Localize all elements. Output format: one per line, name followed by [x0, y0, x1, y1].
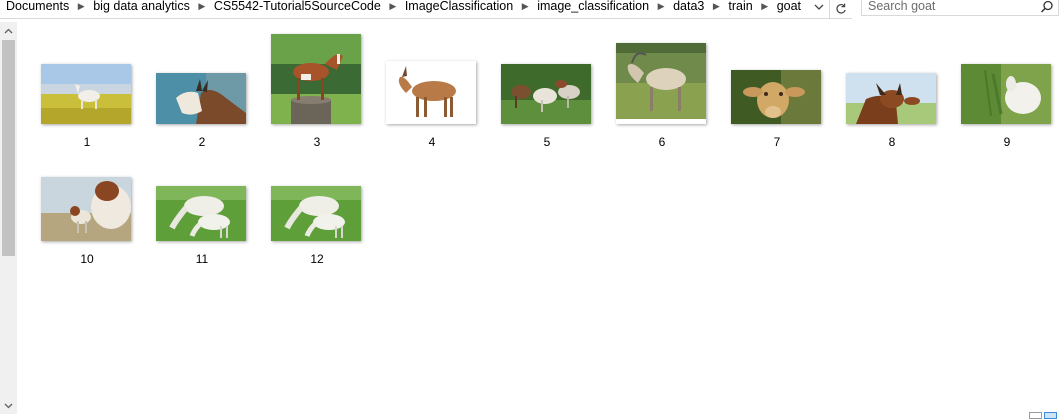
address-history-dropdown[interactable] [810, 0, 828, 14]
scrollbar-thumb[interactable] [2, 40, 15, 256]
goat-head-thumbnail[interactable] [156, 73, 246, 124]
file-name: 3 [313, 135, 321, 149]
breadcrumb-big-data-analytics[interactable]: big data analytics [93, 0, 190, 13]
file-name: 9 [1003, 135, 1011, 149]
file-item[interactable]: 2 [147, 44, 257, 154]
white-goat-plants-thumbnail[interactable] [961, 64, 1051, 124]
chevron-right-icon[interactable]: ▶ [513, 0, 537, 13]
two-goats-grazing-thumbnail[interactable] [156, 186, 246, 241]
file-name: 7 [773, 135, 781, 149]
search-box[interactable] [861, 0, 1059, 16]
breadcrumb-imageclassification[interactable]: ImageClassification [405, 0, 513, 13]
breadcrumb: Documents ▶ big data analytics ▶ CS5542-… [6, 0, 801, 13]
large-icons-view-icon[interactable] [1044, 412, 1057, 419]
refresh-icon [836, 3, 846, 14]
breadcrumb-goat[interactable]: goat [777, 0, 801, 13]
chevron-right-icon[interactable]: ▶ [649, 0, 673, 13]
chevron-right-icon[interactable]: ▶ [381, 0, 405, 13]
chevron-down-icon [4, 403, 13, 408]
breadcrumb-image-classification[interactable]: image_classification [537, 0, 649, 13]
file-item[interactable]: 11 [147, 161, 257, 271]
breadcrumb-documents[interactable]: Documents [6, 0, 69, 13]
file-name: 10 [80, 252, 94, 266]
goat-kid-thumbnail[interactable] [41, 177, 131, 241]
file-name: 1 [83, 135, 91, 149]
brown-goat-thumbnail[interactable] [386, 61, 476, 124]
scroll-down-button[interactable] [0, 397, 17, 414]
brown-goat-head-thumbnail[interactable] [846, 73, 936, 124]
file-name: 5 [543, 135, 551, 149]
file-name: 6 [658, 135, 666, 149]
chevron-right-icon[interactable]: ▶ [69, 0, 93, 13]
file-item[interactable]: 5 [492, 44, 602, 154]
breadcrumb-train[interactable]: train [728, 0, 752, 13]
chevron-right-icon[interactable]: ▶ [190, 0, 214, 13]
file-item[interactable]: 4 [377, 44, 487, 154]
white-goat-thumbnail[interactable] [616, 43, 706, 124]
chevron-right-icon[interactable]: ▶ [753, 0, 777, 13]
vertical-scrollbar[interactable] [0, 22, 17, 414]
address-bar[interactable]: Documents ▶ big data analytics ▶ CS5542-… [0, 0, 829, 19]
file-item[interactable]: 12 [262, 161, 372, 271]
chevron-down-icon [814, 4, 824, 10]
file-name: 4 [428, 135, 436, 149]
file-item[interactable]: 6 [607, 43, 717, 154]
chevron-right-icon[interactable]: ▶ [704, 0, 728, 13]
scroll-up-button[interactable] [0, 22, 17, 39]
goat-on-meadow-thumbnail[interactable] [41, 64, 131, 124]
file-name: 8 [888, 135, 896, 149]
view-buttons [1029, 412, 1059, 419]
two-goats-grazing-thumbnail[interactable] [271, 186, 361, 241]
chevron-up-icon [4, 28, 13, 33]
search-input[interactable] [868, 0, 1028, 13]
file-name: 11 [195, 252, 209, 266]
file-item[interactable]: 1 [32, 44, 142, 154]
goat-face-thumbnail[interactable] [731, 70, 821, 124]
file-name: 12 [310, 252, 324, 266]
refresh-button[interactable] [829, 0, 852, 19]
file-item[interactable]: 7 [722, 44, 832, 154]
file-item[interactable]: 10 [32, 161, 142, 271]
breadcrumb-data3[interactable]: data3 [673, 0, 704, 13]
goat-on-stump-thumbnail[interactable] [271, 34, 361, 124]
file-item[interactable]: 3 [262, 34, 372, 154]
breadcrumb-tutorial5[interactable]: CS5542-Tutorial5SourceCode [214, 0, 381, 13]
file-item[interactable]: 8 [837, 44, 947, 154]
search-icon[interactable] [1040, 0, 1054, 14]
goat-group-thumbnail[interactable] [501, 64, 591, 124]
file-name: 2 [198, 135, 206, 149]
details-view-icon[interactable] [1029, 412, 1042, 419]
file-item[interactable]: 9 [952, 44, 1059, 154]
